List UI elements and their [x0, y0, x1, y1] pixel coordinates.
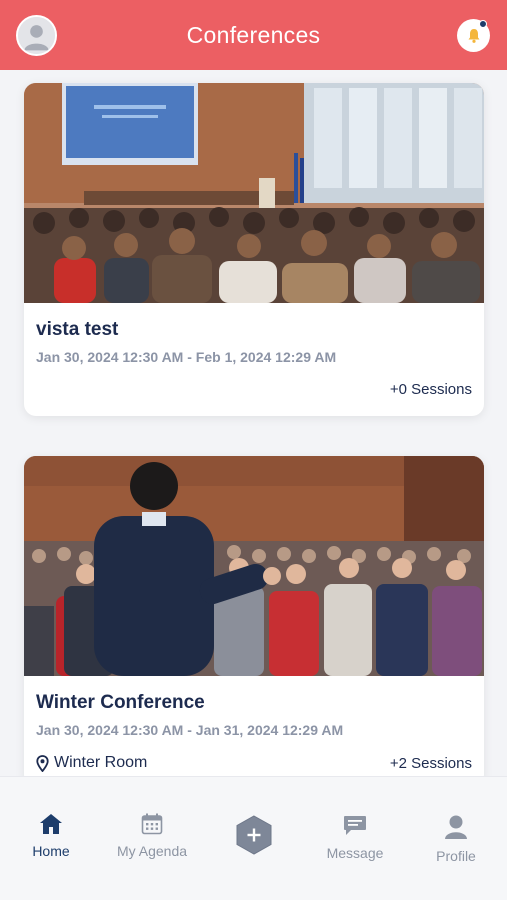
location-label: Winter Room: [54, 754, 148, 771]
calendar-icon: [141, 813, 163, 835]
avatar[interactable]: [16, 15, 57, 56]
bottom-tab-bar: Home My Agenda Message Profile: [0, 776, 507, 900]
conference-card[interactable]: vista test Jan 30, 2024 12:30 AM - Feb 1…: [24, 83, 484, 416]
tab-my-agenda[interactable]: My Agenda: [107, 813, 197, 859]
sessions-count[interactable]: +2 Sessions: [390, 755, 472, 772]
location-pin-icon: [36, 754, 49, 772]
conference-title: vista test: [36, 319, 119, 340]
profile-icon: [445, 815, 467, 839]
notification-badge: [479, 20, 487, 28]
conference-location: Winter Room: [36, 754, 147, 772]
conference-card[interactable]: Winter Conference Jan 30, 2024 12:30 AM …: [24, 456, 484, 776]
tab-label: My Agenda: [116, 843, 188, 859]
add-button[interactable]: [209, 815, 299, 855]
home-icon: [40, 814, 62, 834]
conference-date-range: Jan 30, 2024 12:30 AM - Jan 31, 2024 12:…: [36, 722, 344, 738]
tab-label: Message: [326, 845, 384, 861]
user-avatar-icon: [18, 17, 55, 54]
conference-title: Winter Conference: [36, 692, 205, 713]
tab-label: Home: [32, 843, 70, 859]
sessions-count[interactable]: +0 Sessions: [390, 381, 472, 398]
message-icon: [344, 816, 366, 835]
bell-icon: [468, 28, 479, 43]
conference-hall-image: [24, 83, 484, 303]
tab-message[interactable]: Message: [310, 815, 400, 861]
add-hexagon-icon: [236, 815, 272, 855]
conference-date-range: Jan 30, 2024 12:30 AM - Feb 1, 2024 12:2…: [36, 349, 337, 365]
tab-label: Profile: [436, 848, 476, 864]
speaker-presenting-image: [24, 456, 484, 676]
tab-profile[interactable]: Profile: [411, 814, 501, 864]
notification-button[interactable]: [457, 19, 490, 52]
app-header: Conferences: [0, 0, 507, 70]
conference-list[interactable]: vista test Jan 30, 2024 12:30 AM - Feb 1…: [0, 70, 507, 776]
tab-home[interactable]: Home: [6, 813, 96, 859]
page-title: Conferences: [186, 21, 321, 48]
